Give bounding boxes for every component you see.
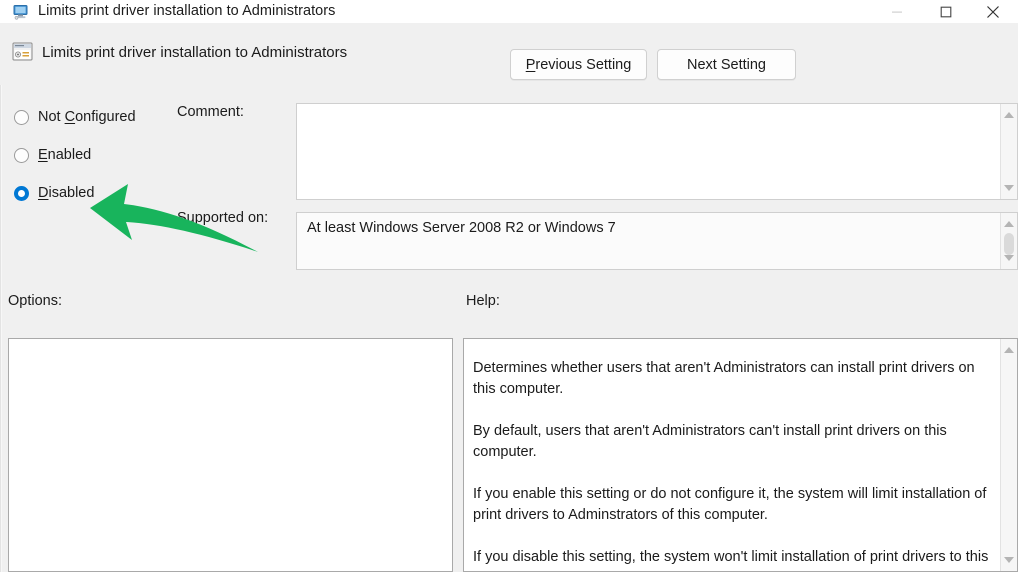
scroll-up-icon[interactable] bbox=[1001, 216, 1017, 232]
help-content: Determines whether users that aren't Adm… bbox=[473, 358, 991, 572]
window-border-left-inner bbox=[1, 23, 2, 572]
help-paragraph: If you enable this setting or do not con… bbox=[473, 484, 991, 526]
supported-on-field[interactable]: At least Windows Server 2008 R2 or Windo… bbox=[296, 212, 1018, 270]
previous-setting-button[interactable]: Previous Setting bbox=[510, 49, 647, 80]
setting-header: Limits print driver installation to Admi… bbox=[0, 23, 1018, 85]
maximize-icon bbox=[940, 6, 952, 18]
radio-enabled-indicator bbox=[14, 148, 29, 163]
radio-not-configured[interactable]: Not Configured bbox=[14, 105, 174, 129]
radio-enabled-label: Enabled bbox=[38, 147, 91, 163]
setting-state-radio-group: Not Configured Enabled Disabled bbox=[14, 105, 174, 219]
policy-setting-icon bbox=[12, 42, 34, 62]
close-icon bbox=[986, 5, 1000, 19]
help-label: Help: bbox=[466, 293, 500, 309]
scroll-down-icon[interactable] bbox=[1001, 552, 1017, 568]
next-setting-button[interactable]: Next Setting bbox=[657, 49, 796, 80]
supported-on-scrollbar[interactable] bbox=[1000, 213, 1017, 269]
scroll-up-icon[interactable] bbox=[1001, 107, 1017, 123]
help-paragraph: If you disable this setting, the system … bbox=[473, 547, 991, 572]
title-bar: Limits print driver installation to Admi… bbox=[0, 0, 1018, 23]
maximize-button[interactable] bbox=[923, 0, 969, 23]
minimize-icon bbox=[891, 6, 903, 18]
setting-title: Limits print driver installation to Admi… bbox=[42, 44, 347, 61]
radio-disabled[interactable]: Disabled bbox=[14, 181, 174, 205]
help-paragraph: Determines whether users that aren't Adm… bbox=[473, 358, 991, 400]
scroll-up-icon[interactable] bbox=[1001, 342, 1017, 358]
minimize-button[interactable] bbox=[874, 0, 920, 23]
previous-setting-accel: P bbox=[526, 57, 536, 73]
options-label: Options: bbox=[8, 293, 62, 309]
comment-input[interactable] bbox=[296, 103, 1018, 200]
radio-disabled-indicator bbox=[14, 186, 29, 201]
supported-on-label: Supported on: bbox=[177, 210, 268, 226]
help-scrollbar[interactable] bbox=[1000, 339, 1017, 571]
options-panel[interactable] bbox=[8, 338, 453, 572]
window-title: Limits print driver installation to Admi… bbox=[38, 2, 335, 21]
scroll-down-icon[interactable] bbox=[1001, 180, 1017, 196]
computer-monitor-icon bbox=[12, 4, 30, 20]
comment-label: Comment: bbox=[177, 104, 244, 120]
radio-not-configured-indicator bbox=[14, 110, 29, 125]
help-panel[interactable]: Determines whether users that aren't Adm… bbox=[463, 338, 1018, 572]
radio-not-configured-label: Not Configured bbox=[38, 109, 136, 125]
group-policy-setting-window: Limits print driver installation to Admi… bbox=[0, 0, 1018, 572]
previous-setting-label: revious Setting bbox=[535, 57, 631, 73]
radio-disabled-label: Disabled bbox=[38, 185, 94, 201]
close-button[interactable] bbox=[970, 0, 1016, 23]
help-paragraph: By default, users that aren't Administra… bbox=[473, 421, 991, 463]
comment-scrollbar[interactable] bbox=[1000, 104, 1017, 199]
radio-enabled[interactable]: Enabled bbox=[14, 143, 174, 167]
scroll-down-icon[interactable] bbox=[1001, 250, 1017, 266]
supported-on-value: At least Windows Server 2008 R2 or Windo… bbox=[307, 220, 616, 236]
